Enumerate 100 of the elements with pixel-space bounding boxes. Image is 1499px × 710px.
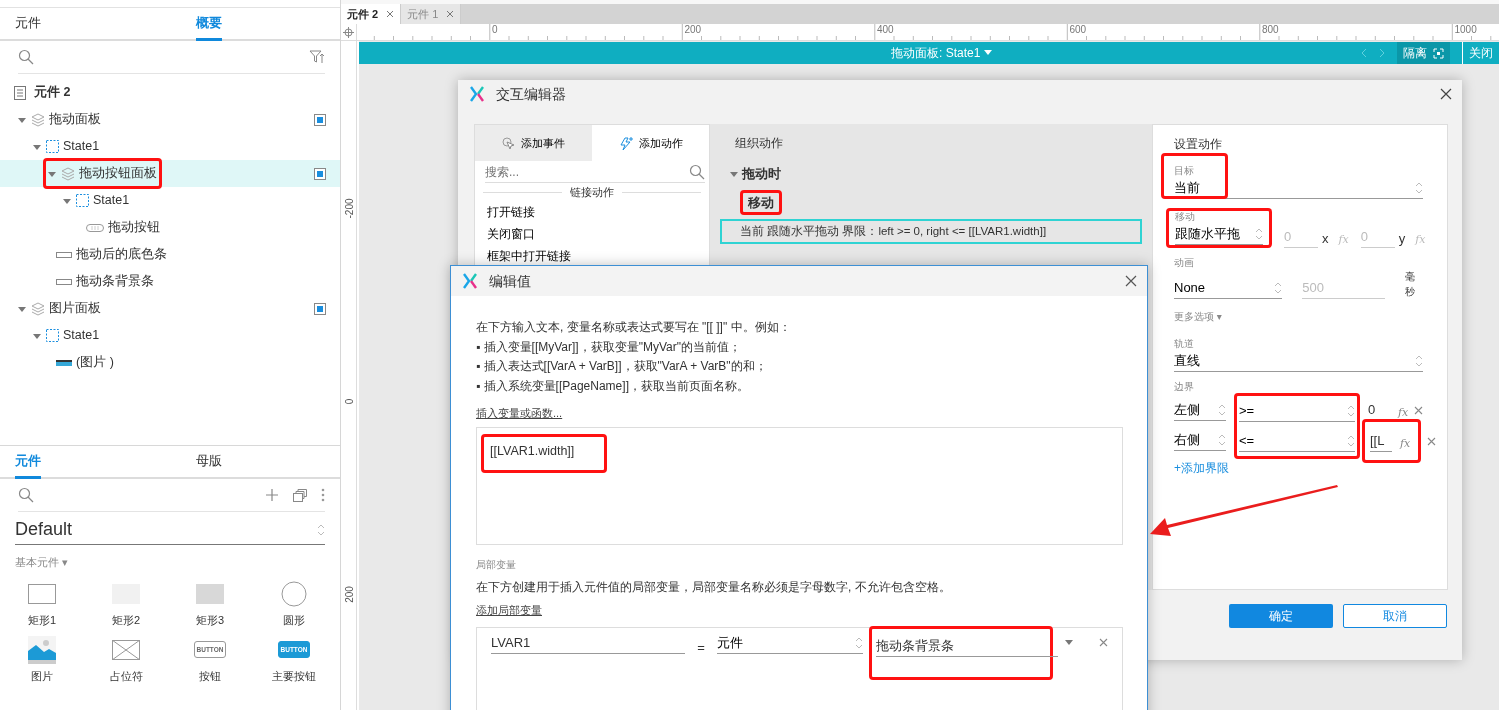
document-tab[interactable]: 元件 2: [341, 4, 402, 24]
chevron-icon[interactable]: [1274, 280, 1283, 295]
input-field[interactable]: LVAR1: [491, 632, 686, 654]
value-editor[interactable]: [[LVAR1.width]]: [476, 426, 1123, 545]
select-field[interactable]: 左侧: [1174, 399, 1226, 421]
tree-row[interactable]: 拖动后的底色条: [0, 241, 340, 268]
search-icon[interactable]: [18, 49, 34, 65]
chevron-icon[interactable]: [317, 522, 325, 537]
input-field[interactable]: [[L: [1370, 430, 1392, 452]
toggle-icon[interactable]: [48, 169, 56, 178]
ruler-label: 400: [877, 24, 894, 36]
tree-row[interactable]: State1: [0, 322, 340, 349]
select-field[interactable]: 跟随水平拖: [1175, 223, 1263, 245]
equals-sign: =: [697, 639, 705, 657]
chevron-icon[interactable]: [1218, 402, 1226, 417]
chevron-icon[interactable]: [1347, 403, 1355, 418]
tree-row[interactable]: State1: [0, 187, 340, 214]
panel-marker-icon: [314, 113, 326, 126]
tree-label: State1: [63, 327, 100, 345]
isolate-button[interactable]: 隔离: [1397, 42, 1450, 64]
category-label[interactable]: 基本元件 ▾: [15, 554, 325, 571]
state-icon: [46, 140, 59, 153]
ruler-label: 0: [343, 398, 354, 405]
circle-icon[interactable]: [281, 580, 307, 607]
tree-label: 拖动按钮: [108, 219, 160, 237]
function-button[interactable]: fx: [1400, 435, 1411, 452]
placeholder-icon[interactable]: [112, 639, 140, 660]
section-heading: 局部变量: [476, 557, 517, 572]
tree-row[interactable]: 图片面板: [0, 295, 340, 322]
tree-row[interactable]: 拖动条背景条: [0, 268, 340, 295]
search-icon[interactable]: [18, 487, 34, 503]
field-label: 动画: [1174, 257, 1195, 269]
toggle-icon[interactable]: [18, 304, 26, 313]
tree-row[interactable]: 拖动按钮: [0, 214, 340, 241]
more-icon[interactable]: [321, 488, 325, 502]
action-label[interactable]: 移动: [748, 192, 774, 212]
close-icon[interactable]: [1125, 275, 1137, 287]
search-icon[interactable]: [689, 163, 705, 180]
insert-variable-link[interactable]: 插入变量或函数...: [476, 405, 563, 422]
editor-tab[interactable]: 添加事件: [475, 125, 592, 161]
field-label: 移动: [1175, 211, 1196, 223]
bar-icon: [56, 251, 72, 258]
copy-icon[interactable]: [293, 488, 307, 502]
search-field[interactable]: 搜索...: [485, 161, 689, 182]
tree-row[interactable]: 拖动按钮面板: [0, 160, 340, 187]
select-field[interactable]: >=: [1239, 400, 1355, 422]
widget-label: 矩形1: [27, 613, 57, 627]
select-field[interactable]: 右侧: [1174, 429, 1226, 451]
tree-row[interactable]: State1: [0, 133, 340, 160]
tree-row[interactable]: 拖动面板: [0, 106, 340, 133]
cancel-button[interactable]: 取消: [1343, 604, 1447, 628]
select-field[interactable]: 当前: [1174, 177, 1423, 199]
select-field[interactable]: 元件: [716, 632, 863, 654]
section-heading: 设置动作: [1174, 136, 1223, 153]
toggle-icon[interactable]: [18, 115, 26, 124]
action-detail[interactable]: 当前 跟随水平拖动 界限：left >= 0, right <= [[LVAR1.width]]: [720, 219, 1142, 245]
chevron-icon[interactable]: [1415, 353, 1423, 368]
add-variable-link[interactable]: 添加局部变量: [476, 601, 542, 618]
event-label[interactable]: 拖动时: [742, 164, 781, 184]
ok-button[interactable]: 确定: [1229, 604, 1333, 628]
panel-tab[interactable]: 元件: [15, 8, 41, 41]
ruler-label: 200: [684, 24, 702, 36]
field-label: 轨道: [1174, 338, 1195, 350]
tree-row[interactable]: (图片 ): [0, 349, 340, 376]
toggle-icon[interactable]: [33, 142, 41, 151]
panel-tab[interactable]: 概要: [196, 8, 222, 41]
chevron-icon[interactable]: [1255, 226, 1263, 241]
toggle-icon[interactable]: [63, 196, 71, 205]
caret-icon[interactable]: [1065, 640, 1073, 646]
chevron-icon[interactable]: [1218, 432, 1226, 447]
more-options-toggle[interactable]: 更多选项 ▾: [1174, 309, 1423, 324]
action-item[interactable]: 框架中打开链接: [475, 244, 583, 267]
select-field[interactable]: None: [1174, 277, 1283, 299]
panel-tab[interactable]: 元件: [15, 446, 41, 479]
select-field[interactable]: <=: [1239, 430, 1355, 452]
close-icon[interactable]: [386, 10, 395, 18]
caret-icon[interactable]: [984, 50, 993, 56]
chevron-icon[interactable]: [1347, 433, 1355, 448]
select-field[interactable]: 直线: [1174, 350, 1423, 372]
toggle-icon[interactable]: [33, 331, 41, 340]
panel-tab[interactable]: 母版: [196, 446, 222, 479]
tree-label: 拖动面板: [49, 111, 101, 129]
function-button[interactable]: fx: [1398, 404, 1409, 421]
ruler-label: -200: [343, 198, 354, 219]
action-item[interactable]: 打开链接: [475, 200, 547, 223]
library-select[interactable]: Default: [15, 515, 325, 545]
input-field[interactable]: 拖动条背景条: [876, 635, 1058, 657]
layers-icon: [31, 301, 45, 316]
chevron-icon[interactable]: [855, 635, 863, 650]
layers-icon: [31, 112, 45, 127]
action-item[interactable]: 关闭窗口: [475, 222, 547, 245]
input-field[interactable]: 0: [1368, 399, 1390, 421]
rectangle-icon[interactable]: [28, 583, 56, 604]
chevron-icon[interactable]: [1415, 180, 1423, 195]
image-icon[interactable]: [28, 635, 56, 664]
filter-icon[interactable]: [309, 50, 325, 64]
toggle-icon[interactable]: [730, 169, 738, 178]
add-bound-link[interactable]: +添加界限: [1174, 459, 1229, 477]
add-icon[interactable]: [265, 488, 279, 502]
close-icon[interactable]: [1440, 88, 1452, 100]
